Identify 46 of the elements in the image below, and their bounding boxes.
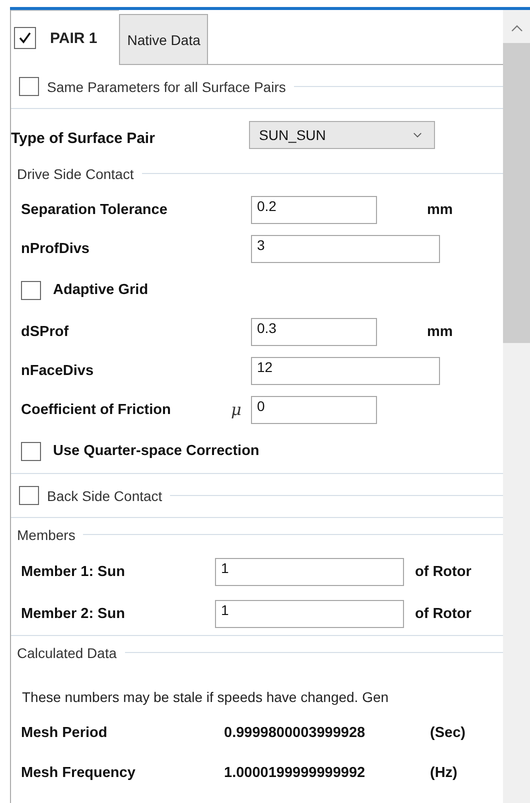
group-title: Drive Side Contact (17, 166, 134, 182)
field-label: nProfDivs (21, 240, 90, 256)
checkbox[interactable] (21, 442, 41, 460)
checkbox[interactable] (19, 77, 39, 96)
field-label: nFaceDivs (21, 362, 95, 378)
field-label: Member 1: Sun (21, 564, 126, 580)
field-label: Mesh Period (21, 725, 108, 741)
field-label: Separation Tolerance (21, 202, 168, 218)
unit-label: of Rotor (415, 564, 472, 580)
unit-label: mm (427, 324, 453, 340)
checkbox-label: Same Parameters for all Surface Pairs (47, 78, 286, 94)
input-field[interactable]: 0 (251, 396, 377, 424)
input-field[interactable]: 0.2 (251, 196, 377, 224)
input-field[interactable]: 3 (251, 234, 440, 262)
input-field[interactable]: 1 (215, 600, 404, 628)
value-text: 0.9999800003999928 (224, 725, 366, 741)
chevron-down-icon (413, 132, 422, 138)
check-icon (18, 31, 32, 45)
tab[interactable]: Native Data (119, 14, 208, 65)
field-label: dSProf (21, 324, 70, 340)
checkbox-label: Back Side Contact (47, 488, 162, 504)
checkbox[interactable] (19, 486, 39, 505)
scroll-up-icon[interactable] (510, 24, 523, 32)
field-label: Member 2: Sun (21, 606, 126, 622)
dropdown[interactable]: SUN_SUN (249, 121, 435, 149)
unit-label: mm (427, 202, 453, 218)
field-label: Coefficient of Friction (21, 402, 172, 418)
group-title: Calculated Data (17, 644, 117, 660)
checkbox[interactable] (21, 280, 41, 300)
input-field[interactable]: 12 (251, 356, 440, 384)
unit-label: (Sec) (430, 725, 466, 741)
note-text: These numbers may be stale if speeds have changed. Gen (21, 688, 390, 707)
checkbox[interactable] (14, 27, 36, 49)
field-label: Mesh Frequency (21, 765, 136, 781)
unit-label: (Hz) (430, 765, 458, 781)
group-title: Members (17, 526, 76, 542)
scrollbar-thumb[interactable] (503, 43, 530, 343)
value-text: 1.0000199999999992 (224, 765, 366, 781)
scrollbar[interactable] (503, 10, 530, 803)
unit-label: of Rotor (415, 606, 472, 622)
mu-symbol: μ (231, 400, 242, 419)
input-field[interactable]: 0.3 (251, 318, 377, 346)
checkbox-label: Use Quarter-space Correction (53, 443, 260, 459)
field-label: Type of Surface Pair (11, 128, 156, 146)
input-field[interactable]: 1 (215, 558, 404, 586)
checkbox-label: Adaptive Grid (53, 282, 148, 298)
